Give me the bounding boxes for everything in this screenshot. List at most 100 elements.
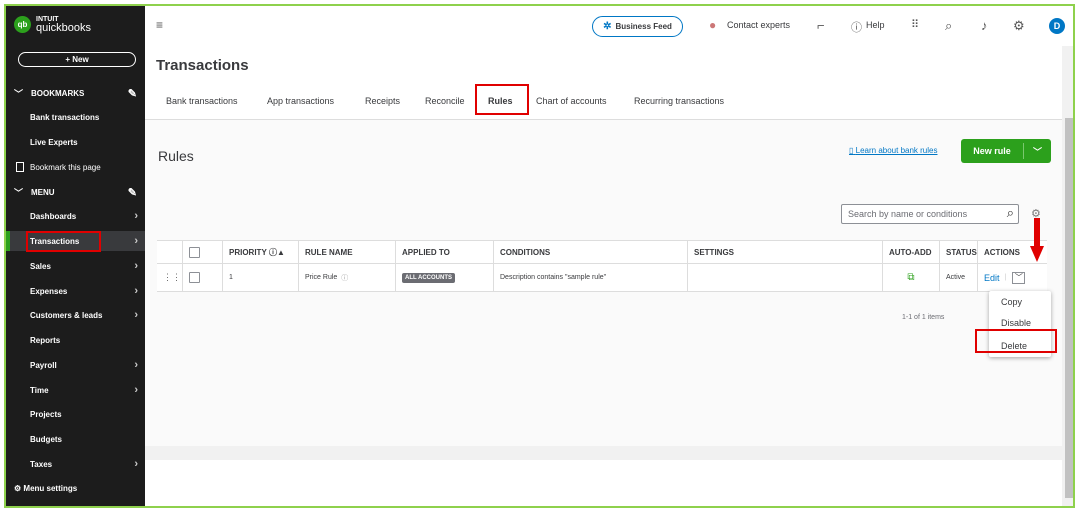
col-rule-name[interactable]: RULE NAME bbox=[299, 241, 396, 263]
red-arrow-annotation bbox=[1030, 218, 1044, 266]
top-bar: ≡ ✲ Business Feed ● Contact experts ⌐ ⓘ H… bbox=[145, 6, 1073, 46]
sidebar-item-label: Dashboards bbox=[30, 211, 77, 221]
expert-avatar-icon: ● bbox=[709, 18, 717, 32]
chevron-down-icon[interactable]: ﹀ bbox=[1024, 145, 1051, 158]
rules-table-header: PRIORITY ⓘ ▲ RULE NAME APPLIED TO CONDITI… bbox=[157, 240, 1047, 264]
pencil-icon[interactable]: ✎ bbox=[128, 87, 137, 100]
sidebar-item-budgets[interactable]: Budgets bbox=[6, 429, 145, 449]
tab-bank-transactions[interactable]: Bank transactions bbox=[166, 96, 238, 106]
col-applied-to[interactable]: APPLIED TO bbox=[396, 241, 494, 263]
sidebar-item-label: Expenses bbox=[30, 286, 68, 296]
vertical-scrollbar[interactable] bbox=[1062, 46, 1073, 506]
settings-gear-icon[interactable]: ⚙ bbox=[1013, 18, 1025, 34]
sidebar-item-expenses[interactable]: Expenses › bbox=[6, 281, 145, 301]
row-actions-cell: Edit | ﹀ bbox=[978, 264, 1047, 291]
sidebar-item-label: Live Experts bbox=[30, 137, 78, 147]
megaphone-icon[interactable]: ⌐ bbox=[817, 18, 825, 33]
sidebar-item-taxes[interactable]: Taxes › bbox=[6, 454, 145, 474]
auto-add-icon: ⧉ bbox=[907, 272, 915, 283]
sidebar-item-time[interactable]: Time › bbox=[6, 380, 145, 400]
sidebar-item-projects[interactable]: Projects bbox=[6, 404, 145, 424]
col-priority[interactable]: PRIORITY ⓘ ▲ bbox=[223, 241, 299, 263]
sidebar-item-label: Taxes bbox=[30, 459, 53, 469]
chevron-right-icon: › bbox=[134, 309, 138, 321]
chevron-right-icon: › bbox=[134, 285, 138, 297]
col-conditions[interactable]: CONDITIONS bbox=[494, 241, 688, 263]
bookmarks-label: BOOKMARKS bbox=[31, 88, 85, 98]
collapse-menu-icon[interactable]: ≡ bbox=[156, 18, 163, 32]
tab-recurring-transactions[interactable]: Recurring transactions bbox=[634, 96, 724, 106]
horizontal-scrollbar[interactable] bbox=[145, 446, 1062, 460]
bookmark-this-page-label: Bookmark this page bbox=[30, 162, 101, 172]
page-title: Transactions bbox=[156, 57, 249, 74]
row-status: Active bbox=[940, 264, 978, 291]
business-feed-button[interactable]: ✲ Business Feed bbox=[592, 16, 683, 37]
row-applied-to-cell: ALL ACCOUNTS bbox=[396, 264, 494, 291]
search-placeholder: Search by name or conditions bbox=[848, 209, 968, 219]
search-icon[interactable]: ⌕ bbox=[945, 18, 952, 34]
sidebar-item-bank-transactions[interactable]: Bank transactions bbox=[6, 107, 145, 127]
tab-chart-of-accounts[interactable]: Chart of accounts bbox=[536, 96, 607, 106]
chevron-right-icon: › bbox=[134, 384, 138, 396]
bookmark-this-page[interactable]: Bookmark this page bbox=[6, 157, 145, 177]
menu-section[interactable]: ﹀ MENU ✎ bbox=[6, 181, 145, 203]
tab-receipts[interactable]: Receipts bbox=[365, 96, 400, 106]
row-conditions: Description contains "sample rule" bbox=[494, 264, 688, 291]
menu-settings-link[interactable]: ⚙ Menu settings bbox=[14, 484, 77, 493]
pencil-icon[interactable]: ✎ bbox=[128, 186, 137, 199]
menu-item-disable[interactable]: Disable bbox=[1001, 318, 1031, 328]
sidebar-item-label: Sales bbox=[30, 261, 51, 271]
user-avatar[interactable]: D bbox=[1049, 18, 1065, 34]
chevron-right-icon: › bbox=[134, 235, 138, 247]
chevron-down-icon: ﹀ bbox=[14, 187, 24, 198]
sidebar-item-label: Time bbox=[30, 385, 49, 395]
drag-col-header bbox=[157, 241, 183, 263]
select-all-checkbox[interactable] bbox=[189, 246, 200, 258]
new-rule-label: New rule bbox=[973, 146, 1011, 156]
new-rule-button[interactable]: New rule ﹀ bbox=[961, 139, 1051, 163]
drag-handle-icon[interactable]: ⋮⋮ bbox=[157, 264, 183, 291]
sidebar-item-customers-leads[interactable]: Customers & leads › bbox=[6, 305, 145, 325]
sidebar-item-dashboards[interactable]: Dashboards › bbox=[6, 206, 145, 226]
tab-app-transactions[interactable]: App transactions bbox=[267, 96, 334, 106]
actions-dropdown-button[interactable]: ﹀ bbox=[1012, 271, 1026, 284]
help-link[interactable]: Help bbox=[866, 20, 885, 30]
menu-label: MENU bbox=[31, 187, 55, 197]
scrollbar-thumb[interactable] bbox=[1065, 118, 1073, 498]
sidebar-item-live-experts[interactable]: Live Experts bbox=[6, 132, 145, 152]
sidebar-item-payroll[interactable]: Payroll › bbox=[6, 355, 145, 375]
notifications-icon[interactable]: ♪ bbox=[981, 18, 988, 33]
rules-tab-highlight-box bbox=[475, 84, 529, 115]
row-priority: 1 bbox=[223, 264, 299, 291]
sidebar: qb INTUIT quickbooks + New ﹀ BOOKMARKS ✎ Ba… bbox=[6, 6, 145, 506]
pagination-info: 1-1 of 1 items bbox=[902, 314, 945, 321]
edit-rule-link[interactable]: Edit bbox=[984, 273, 1000, 283]
menu-item-copy[interactable]: Copy bbox=[1001, 297, 1022, 307]
col-settings: SETTINGS bbox=[688, 241, 883, 263]
chevron-down-icon: ﹀ bbox=[14, 88, 24, 99]
apps-grid-icon[interactable]: ⠿ bbox=[911, 18, 919, 31]
info-icon: ⓘ bbox=[269, 247, 278, 257]
tab-reconcile[interactable]: Reconcile bbox=[425, 96, 465, 106]
row-rule-name: Price Rule bbox=[305, 274, 338, 281]
col-auto-add: AUTO-ADD bbox=[883, 241, 940, 263]
quickbooks-logo[interactable]: qb INTUIT quickbooks bbox=[14, 15, 91, 34]
help-icon[interactable]: ⓘ bbox=[851, 19, 862, 35]
gear-icon: ⚙ bbox=[14, 484, 22, 493]
contact-experts-link[interactable]: Contact experts bbox=[727, 20, 790, 30]
book-icon: ▯ bbox=[849, 146, 854, 155]
sidebar-item-label: Customers & leads bbox=[30, 310, 103, 320]
bookmarks-section[interactable]: ﹀ BOOKMARKS ✎ bbox=[6, 82, 145, 104]
delete-highlight-box bbox=[975, 329, 1057, 353]
search-input[interactable]: Search by name or conditions ⌕ bbox=[841, 204, 1019, 224]
sidebar-item-sales[interactable]: Sales › bbox=[6, 256, 145, 276]
business-feed-label: Business Feed bbox=[615, 22, 672, 31]
sidebar-item-label: Reports bbox=[30, 335, 61, 345]
row-checkbox[interactable] bbox=[189, 272, 200, 283]
learn-about-bank-rules-link[interactable]: ▯ Learn about bank rules bbox=[849, 146, 937, 155]
sidebar-item-reports[interactable]: Reports bbox=[6, 330, 145, 350]
new-button[interactable]: + New bbox=[18, 52, 136, 67]
search-icon[interactable]: ⌕ bbox=[1007, 204, 1014, 222]
row-select-cell bbox=[183, 264, 223, 291]
app-window: qb INTUIT quickbooks + New ﹀ BOOKMARKS ✎ Ba… bbox=[4, 4, 1075, 508]
